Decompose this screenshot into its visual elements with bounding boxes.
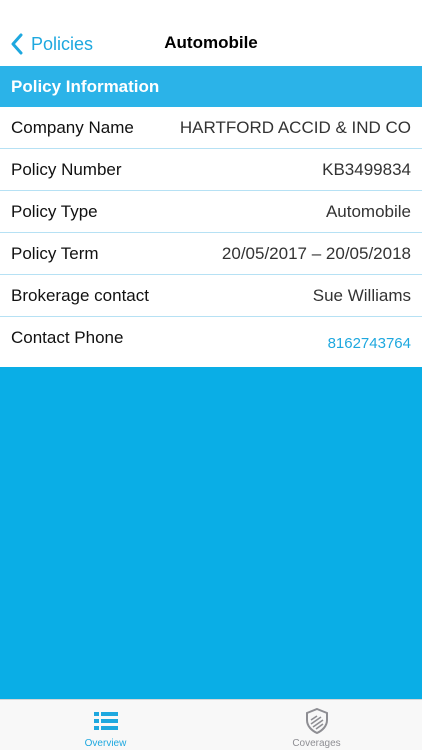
tab-bar: Overview Coverages xyxy=(0,699,422,750)
section-title: Policy Information xyxy=(11,76,160,96)
row-value: KB3499834 xyxy=(322,159,411,179)
row-company-name: Company Name HARTFORD ACCID & IND CO xyxy=(0,107,422,149)
row-brokerage-contact: Brokerage contact Sue Williams xyxy=(0,275,422,317)
row-value: Automobile xyxy=(325,201,411,221)
row-policy-number: Policy Number KB3499834 xyxy=(0,149,422,191)
row-label: Company Name xyxy=(11,117,134,137)
row-label: Policy Number xyxy=(11,159,122,179)
navigation-bar: Policies Automobile xyxy=(0,0,422,66)
page-title: Automobile xyxy=(164,33,258,52)
row-value: Sue Williams xyxy=(312,285,411,305)
tab-label: Coverages xyxy=(292,738,341,749)
tab-coverages[interactable]: Coverages xyxy=(211,700,422,750)
shield-icon xyxy=(303,708,331,734)
row-label: Contact Phone xyxy=(11,328,124,347)
row-label: Brokerage contact xyxy=(11,285,149,305)
row-value: HARTFORD ACCID & IND CO xyxy=(179,117,411,137)
row-contact-phone: Contact Phone 8162743764 xyxy=(0,317,422,367)
phone-link[interactable]: 8162743764 xyxy=(328,335,411,352)
list-icon xyxy=(92,708,120,734)
row-policy-type: Policy Type Automobile xyxy=(0,191,422,233)
section-header: Policy Information xyxy=(0,66,422,107)
row-value: 20/05/2017 – 20/05/2018 xyxy=(221,243,411,263)
row-label: Policy Type xyxy=(11,201,98,221)
screen: Policies Automobile Policy Information C… xyxy=(0,0,422,750)
row-label: Policy Term xyxy=(11,243,99,263)
policy-info-list: Company Name HARTFORD ACCID & IND CO Pol… xyxy=(0,107,422,367)
tab-label: Overview xyxy=(84,738,127,749)
tab-overview[interactable]: Overview xyxy=(0,700,211,750)
row-policy-term: Policy Term 20/05/2017 – 20/05/2018 xyxy=(0,233,422,275)
